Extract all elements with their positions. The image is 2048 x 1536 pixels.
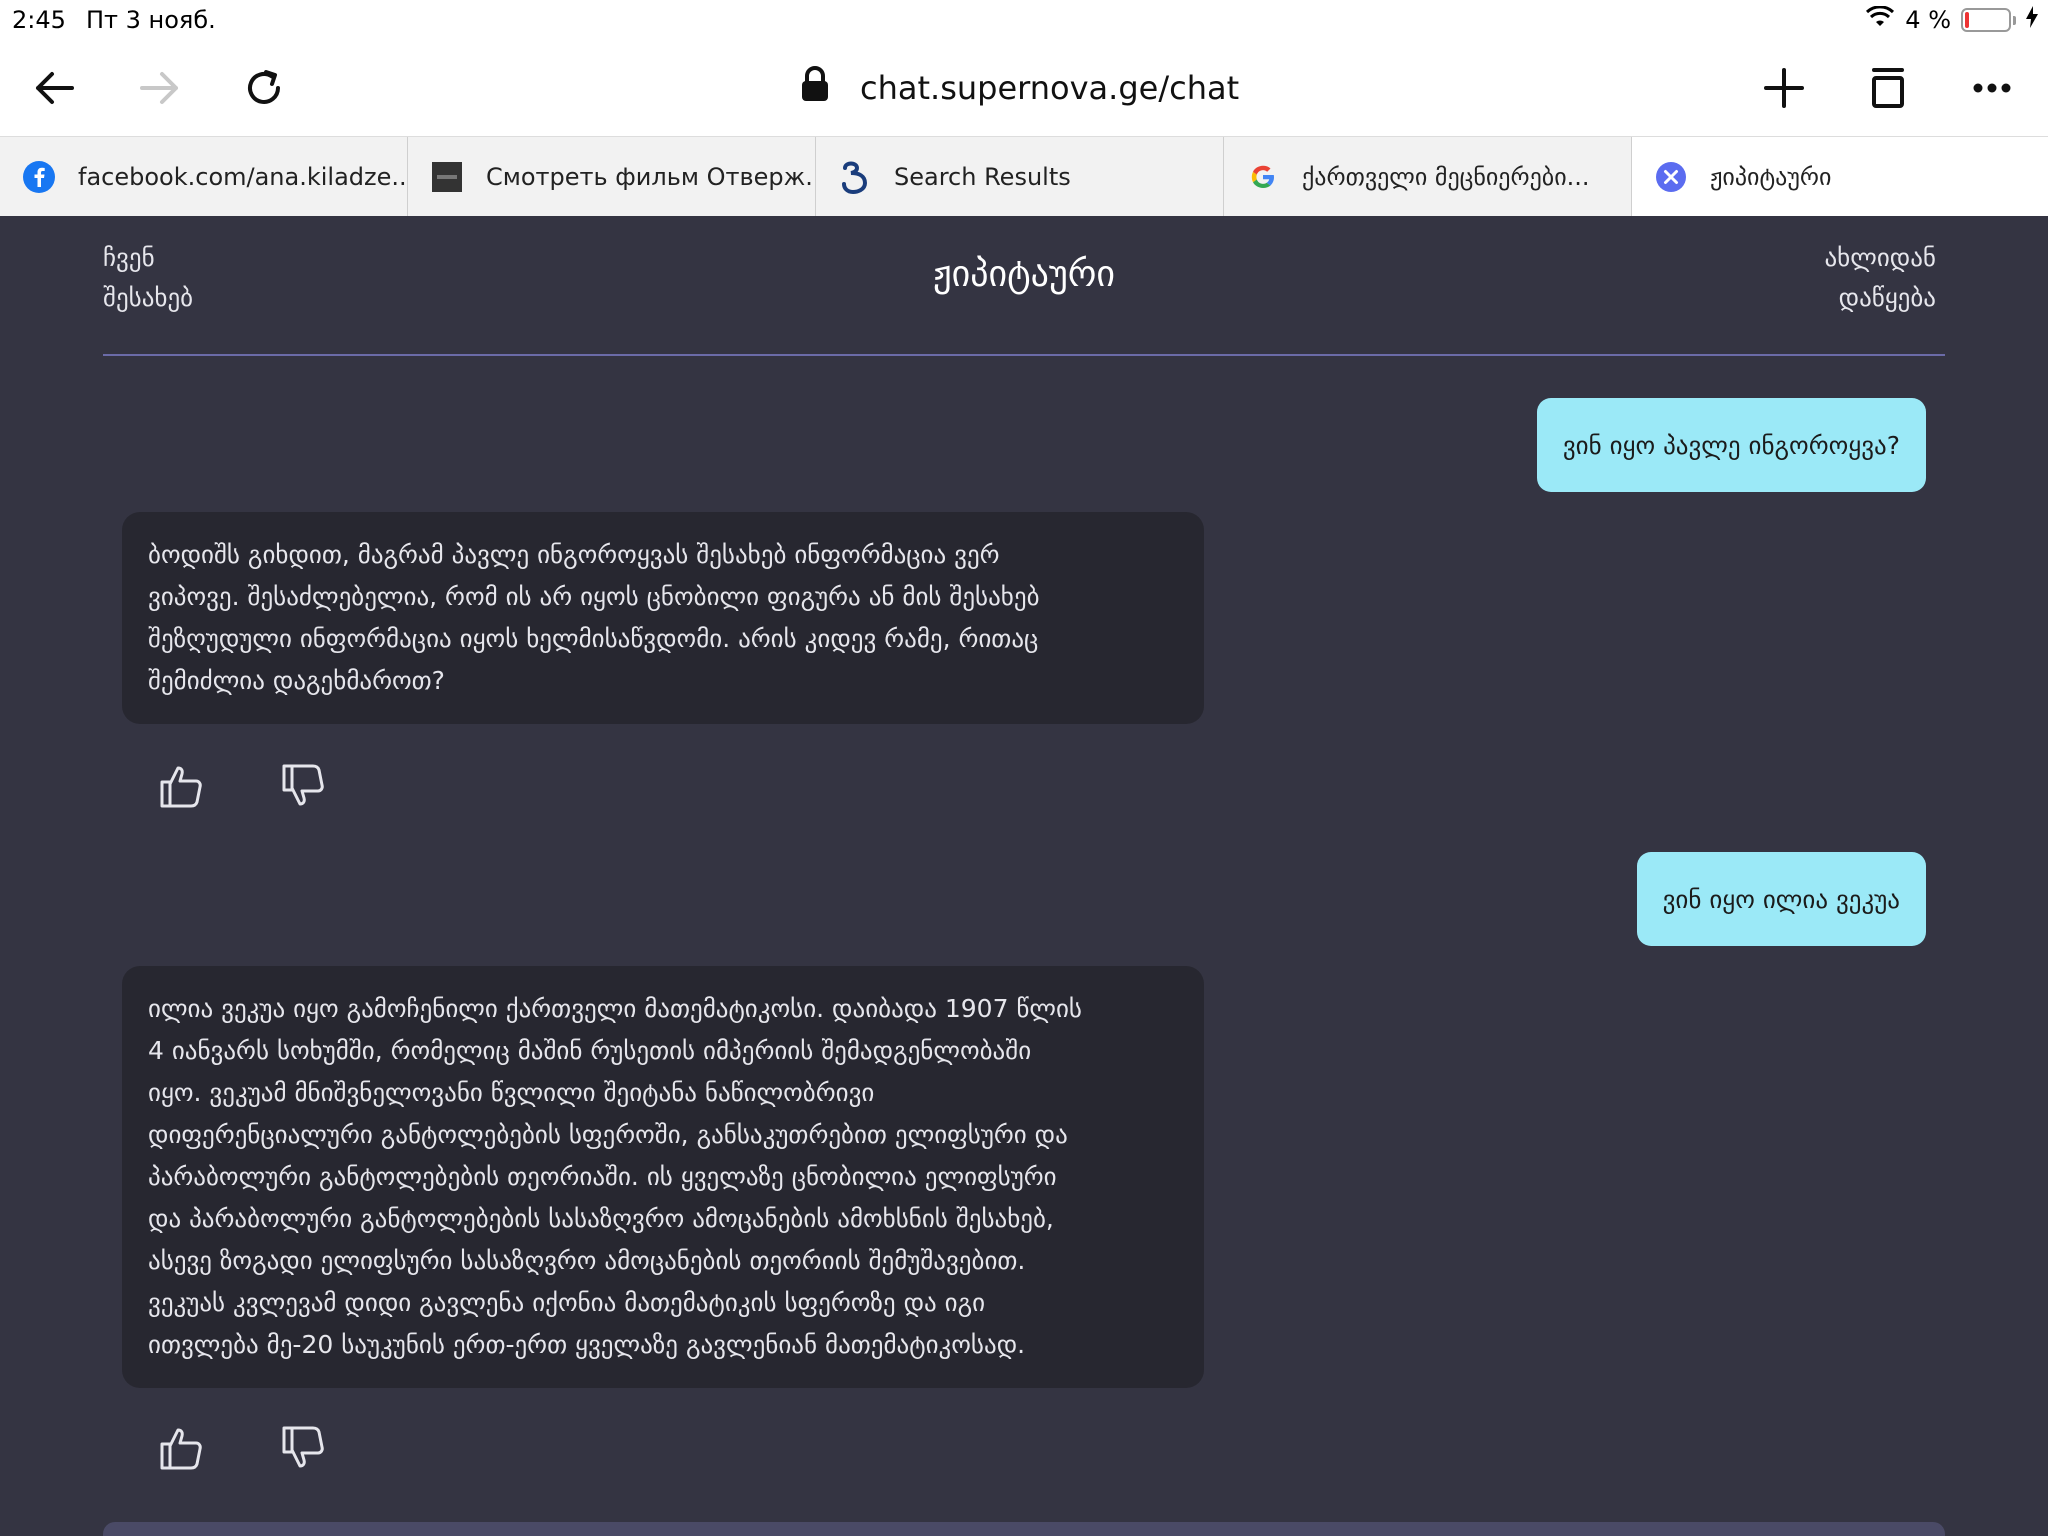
- bot-message: ბოდიშს გიხდით, მაგრამ პავლე ინგოროყვას შ…: [122, 512, 1204, 724]
- bot-message-line: ვიპოვე. შესაძლებელია, რომ ის არ იყოს ცნო…: [148, 582, 1040, 611]
- tab-strip: facebook.com/ana.kiladze... Смотреть фил…: [0, 136, 2048, 217]
- thumbs-up-icon[interactable]: [156, 1422, 208, 1474]
- restart-line1: ახლიდან: [1824, 243, 1936, 272]
- tabs-icon[interactable]: [1860, 60, 1916, 116]
- close-circle-icon[interactable]: [1654, 160, 1688, 194]
- thumbs-up-icon[interactable]: [156, 760, 208, 812]
- tab-georgian-scientists[interactable]: ქართველი მეცნიერები...: [1224, 137, 1632, 217]
- status-right: 4 %: [1865, 5, 2038, 34]
- address-bar[interactable]: chat.supernova.ge/chat: [800, 64, 1239, 112]
- user-message: ვინ იყო ილია ვეკუა: [1636, 852, 1926, 946]
- bot-message-line: პარაბოლური განტოლებების თეორიაში. ის ყვე…: [148, 1162, 1057, 1191]
- google-icon: [1246, 160, 1280, 194]
- forward-arrow-icon[interactable]: [132, 60, 188, 116]
- chat-app: ჩვენ შესახებ ჟიპიტაური ახლიდან დაწყება ვ…: [0, 216, 2048, 1536]
- user-message-text: ვინ იყო პავლე ინგოროყვა?: [1562, 430, 1900, 460]
- wifi-icon: [1865, 5, 1895, 34]
- more-icon[interactable]: [1964, 60, 2020, 116]
- bot-message-line: შემიძლია დაგეხმაროთ?: [148, 666, 445, 695]
- user-message-text: ვინ იყო ილია ვეკუა: [1662, 884, 1900, 914]
- bot-message-line: ილია ვეკუა იყო გამოჩენილი ქართველი მათემ…: [148, 994, 1082, 1023]
- feedback-row: [156, 760, 330, 812]
- bot-message-line: ითვლება მე-20 საუკუნის ერთ-ერთ ყველაზე გ…: [148, 1330, 1026, 1359]
- restart-line2: დაწყება: [1838, 283, 1936, 312]
- bot-message-line: ბოდიშს გიხდით, მაგრამ პავლე ინგოროყვას შ…: [148, 540, 1000, 569]
- bot-message-line: იყო. ვეკუამ მნიშვნელოვანი წვლილი შეიტანა…: [148, 1078, 875, 1107]
- lock-icon: [800, 65, 830, 111]
- bot-message-line: 4 იანვარს სოხუმში, რომელიც მაშინ რუსეთის…: [148, 1036, 1032, 1065]
- tab-film[interactable]: Смотреть фильм Отверж...: [408, 137, 816, 217]
- tab-label: ჟიპიტაური: [1710, 163, 1832, 191]
- bot-message: ილია ვეკუა იყო გამოჩენილი ქართველი მათემ…: [122, 966, 1204, 1388]
- tab-label: ქართველი მეცნიერები...: [1302, 163, 1590, 191]
- tab-search-results[interactable]: Search Results: [816, 137, 1224, 217]
- restart-link[interactable]: ახლიდან დაწყება: [1824, 238, 1936, 318]
- header-divider: [103, 354, 1945, 356]
- tab-facebook[interactable]: facebook.com/ana.kiladze...: [0, 137, 408, 217]
- status-date: Пт 3 нояб.: [86, 6, 216, 34]
- bot-message-line: შეზღუდული ინფორმაცია იყოს ხელმისაწვდომი.…: [148, 624, 1039, 653]
- bot-message-line: ვეკუას კვლევამ დიდი გავლენა იქონია მათემ…: [148, 1288, 986, 1317]
- feedback-row: [156, 1422, 330, 1474]
- browser-toolbar: chat.supernova.ge/chat: [0, 40, 2048, 136]
- battery-tip: [2013, 15, 2016, 25]
- tab-label: Search Results: [894, 163, 1071, 191]
- status-time: 2:45: [12, 6, 66, 34]
- film-site-icon: [430, 160, 464, 194]
- url-text: chat.supernova.ge/chat: [860, 69, 1240, 107]
- message-input-area[interactable]: [103, 1522, 1945, 1536]
- thumbs-down-icon[interactable]: [278, 1422, 330, 1474]
- bot-message-line: ასევე ზოგადი ელიფსური სასაზღვრო ამოცანებ…: [148, 1246, 1026, 1275]
- back-arrow-icon[interactable]: [26, 60, 82, 116]
- status-bar: 2:45 Пт 3 нояб. 4 %: [0, 0, 2048, 40]
- tab-label: facebook.com/ana.kiladze...: [78, 163, 408, 191]
- bot-message-line: დიფერენციალური განტოლებების სფეროში, გან…: [148, 1120, 1068, 1149]
- charging-icon: [2026, 6, 2038, 34]
- tab-label: Смотреть фильм Отверж...: [486, 163, 816, 191]
- tab-jipitauri[interactable]: ჟიპიტაური: [1632, 137, 2048, 217]
- thumbs-down-icon[interactable]: [278, 760, 330, 812]
- facebook-icon: [22, 160, 56, 194]
- battery-icon: [1961, 8, 2011, 32]
- battery-percent: 4 %: [1905, 6, 1951, 34]
- reload-icon[interactable]: [236, 60, 292, 116]
- app-title: ჟიპიტაური: [932, 254, 1116, 295]
- bot-message-line: და პარაბოლური განტოლებების სასაზღვრო ამო…: [148, 1204, 1054, 1233]
- georgian-letter-icon: [838, 160, 872, 194]
- user-message: ვინ იყო პავლე ინგოროყვა?: [1536, 398, 1926, 492]
- plus-icon[interactable]: [1756, 60, 1812, 116]
